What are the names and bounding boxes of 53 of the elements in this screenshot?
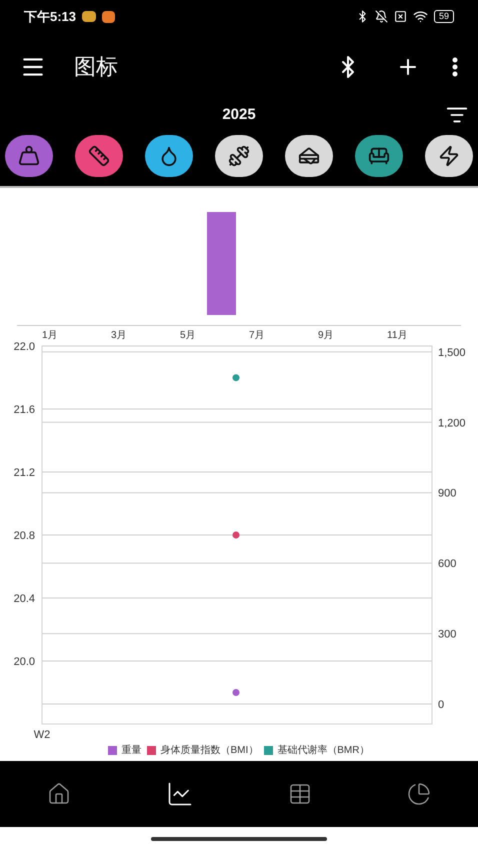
more-icon xyxy=(452,56,458,76)
lightning-icon xyxy=(438,145,460,167)
x-axis-label: W2 xyxy=(34,729,50,741)
home-icon xyxy=(47,782,72,806)
month-label: 1月 xyxy=(42,329,58,343)
wifi-icon xyxy=(412,9,428,24)
app-notification-icon xyxy=(82,11,96,22)
sandwich-icon xyxy=(298,145,320,167)
sofa-icon xyxy=(368,145,390,167)
metric-button[interactable] xyxy=(355,135,403,177)
legend-label: 基础代谢率（BMR） xyxy=(277,744,370,758)
app-notification-icon xyxy=(102,10,116,22)
sim-off-icon xyxy=(394,10,407,23)
month-label: 7月 xyxy=(249,329,265,343)
legend-label: 身体质量指数（BMI） xyxy=(160,744,258,758)
more-button[interactable] xyxy=(452,56,458,76)
weight-icon xyxy=(18,145,40,167)
y-tick-label: 21.2 xyxy=(14,467,35,479)
month-label: 9月 xyxy=(318,329,334,343)
y-tick-label: 1,200 xyxy=(438,417,466,430)
y-tick-label: 1,500 xyxy=(438,346,466,359)
metric-button[interactable] xyxy=(285,135,333,177)
y-tick-label: 20.0 xyxy=(14,656,35,668)
y-tick-label: 22.0 xyxy=(14,341,35,353)
y-tick-label: 600 xyxy=(438,558,456,570)
nav-tab[interactable] xyxy=(166,780,194,808)
y-tick-label: 900 xyxy=(438,488,456,500)
y-tick-label: 21.6 xyxy=(14,404,35,416)
metric-button[interactable] xyxy=(145,135,193,177)
y-tick-label: 20.4 xyxy=(14,593,35,605)
bell-off-icon xyxy=(374,10,388,23)
battery-level: 59 xyxy=(434,10,454,23)
y-tick-label: 0 xyxy=(438,699,444,712)
home-indicator[interactable] xyxy=(151,836,327,840)
status-time: 下午5:13 xyxy=(24,8,76,26)
pie-chart-icon xyxy=(406,782,431,806)
y-tick-label: 20.8 xyxy=(14,530,35,542)
year-label: 2025 xyxy=(222,104,256,125)
legend-label: 重量 xyxy=(121,744,142,758)
nav-tab[interactable] xyxy=(47,782,72,806)
y-tick-label: 300 xyxy=(438,628,456,641)
nav-tab[interactable] xyxy=(288,782,312,806)
metric-button[interactable] xyxy=(215,135,263,177)
month-label: 5月 xyxy=(180,329,196,343)
table-icon xyxy=(288,782,312,806)
tape-measure-icon xyxy=(88,145,110,167)
dumbbell-icon xyxy=(228,145,250,167)
month-label: 11月 xyxy=(387,329,408,343)
app-title: 图标 xyxy=(74,53,118,81)
month-label: 3月 xyxy=(111,329,127,343)
line-chart-icon xyxy=(166,780,194,808)
nav-tab[interactable] xyxy=(406,782,431,806)
metric-button[interactable] xyxy=(425,135,473,177)
